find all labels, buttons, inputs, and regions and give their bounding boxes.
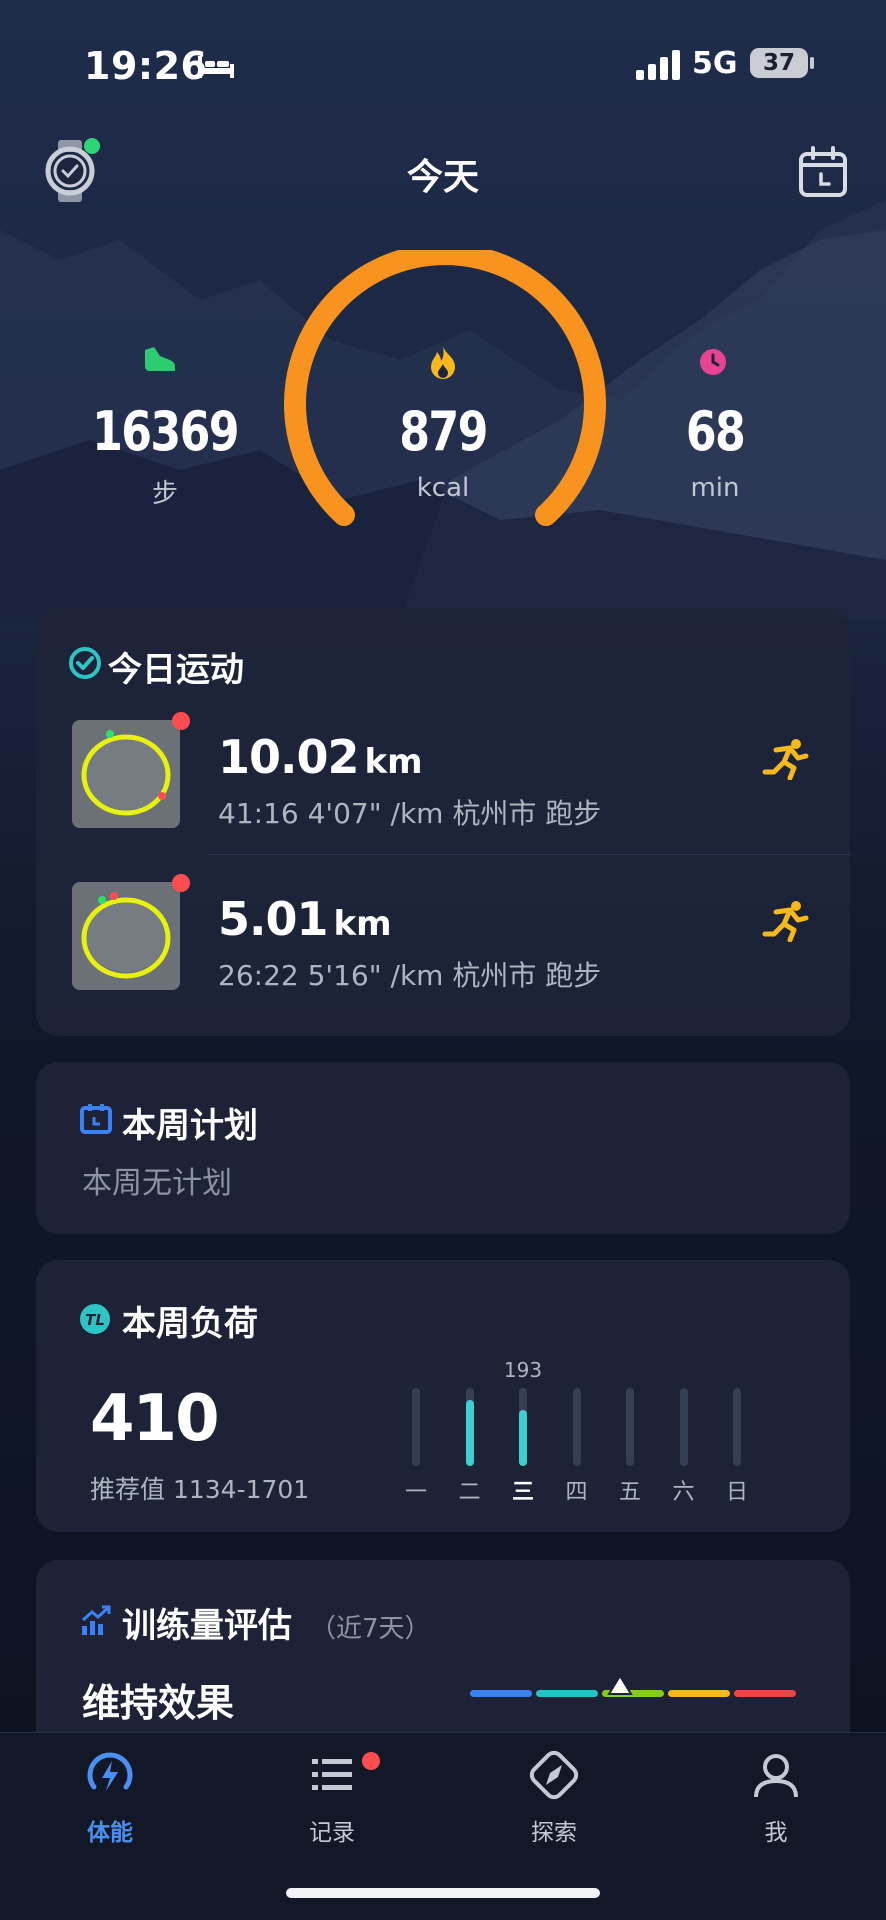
- fire-icon: [431, 346, 455, 379]
- scale-segment: [734, 1690, 796, 1697]
- minutes-stat[interactable]: 68 min: [640, 400, 790, 503]
- profile-icon: [754, 1754, 798, 1798]
- tab-fitness[interactable]: 体能: [40, 1747, 180, 1847]
- activity-divider: [208, 854, 850, 855]
- activity-row-1[interactable]: 10.02 km 41:16 4'07" /km 杭州市 跑步: [36, 712, 850, 860]
- running-icon: [762, 901, 809, 942]
- fitness-icon: [87, 1752, 133, 1791]
- calories-stat[interactable]: 879 kcal: [343, 400, 543, 503]
- bed-icon: [198, 56, 234, 78]
- tab-explore[interactable]: 探索: [484, 1747, 624, 1847]
- weekly-load-recommended: 推荐值 1134-1701: [90, 1475, 310, 1504]
- steps-value: 16369: [92, 400, 239, 463]
- scale-segment: [668, 1690, 730, 1697]
- page-title: 今天: [406, 157, 479, 198]
- distance-value: 5.01: [218, 892, 328, 946]
- distance-unit: km: [364, 742, 423, 782]
- battery-indicator: 37: [750, 48, 808, 78]
- signal-icon: [636, 50, 680, 80]
- tab-label: 我: [764, 1820, 788, 1846]
- route-map-thumbnail: [72, 882, 180, 990]
- day-label: 六: [672, 1480, 695, 1505]
- training-estimate-range: （近7天）: [310, 1614, 431, 1644]
- weekly-load-title: 本周负荷: [122, 1304, 258, 1344]
- weekly-plan-subtitle: 本周无计划: [82, 1166, 232, 1201]
- training-load-icon: TL: [80, 1304, 110, 1334]
- calories-value: 879: [399, 400, 488, 463]
- tab-profile[interactable]: 我: [706, 1747, 846, 1847]
- distance-unit: km: [333, 904, 392, 944]
- distance-value: 10.02: [218, 730, 360, 784]
- activity-details: 26:22 5'16" /km 杭州市 跑步: [218, 959, 602, 992]
- load-bar: [679, 1388, 688, 1466]
- weekly-load-value: 410: [90, 1382, 220, 1456]
- home-indicator[interactable]: [286, 1888, 600, 1898]
- load-bar: [519, 1388, 527, 1466]
- day-label: 五: [618, 1480, 641, 1505]
- minutes-unit: min: [690, 473, 740, 503]
- svg-text:TL: TL: [85, 1311, 105, 1329]
- day-label: 日: [725, 1480, 748, 1505]
- scale-segment: [536, 1690, 598, 1697]
- network-label: 5G: [692, 46, 738, 81]
- today-exercise-card: 今日运动 10.02 km 41:16 4'07" /km 杭州市 跑步 5.0…: [36, 608, 850, 1036]
- activity-row-2[interactable]: 5.01 km 26:22 5'16" /km 杭州市 跑步: [36, 874, 850, 1022]
- training-estimate-title: 训练量评估: [122, 1606, 292, 1646]
- load-bar: [626, 1388, 634, 1466]
- battery-tip: [810, 57, 814, 69]
- route-map-thumbnail: [72, 720, 180, 828]
- running-icon: [762, 739, 809, 780]
- activity-distance: 5.01 km: [218, 892, 392, 946]
- training-estimate-status: 维持效果: [82, 1681, 235, 1725]
- weekly-load-chart: 193 一 二 三 四 五 六 日: [402, 1358, 842, 1508]
- trend-up-icon: [82, 1605, 111, 1635]
- calendar-icon[interactable]: [798, 146, 848, 198]
- minutes-value: 68: [685, 400, 746, 463]
- weekly-load-card[interactable]: TL 本周负荷 410 推荐值 1134-1701 193 一 二 三 四 五 六 日: [36, 1260, 850, 1532]
- scale-segment: [470, 1690, 532, 1697]
- tab-label: 探索: [531, 1820, 577, 1846]
- training-estimate-card[interactable]: 训练量评估 （近7天） 维持效果: [36, 1560, 850, 1760]
- records-notification-dot: [362, 1752, 380, 1770]
- calendar-plan-icon: [80, 1104, 112, 1134]
- calories-unit: kcal: [416, 473, 470, 503]
- load-bar: [412, 1388, 420, 1466]
- steps-stat[interactable]: 16369 步: [70, 400, 260, 510]
- training-effect-scale: [470, 1674, 796, 1697]
- today-exercise-title: 今日运动: [108, 650, 244, 690]
- day-label: 三: [511, 1480, 534, 1505]
- status-bar: 19:26 5G 37: [0, 40, 886, 90]
- new-activity-dot: [172, 874, 190, 892]
- shoe-icon: [145, 347, 175, 371]
- tab-label: 记录: [309, 1820, 355, 1846]
- status-time: 19:26: [84, 44, 208, 88]
- load-bar: [733, 1388, 741, 1466]
- activity-distance: 10.02 km: [218, 730, 423, 784]
- tab-records[interactable]: 记录: [262, 1747, 402, 1847]
- clock-icon: [700, 349, 726, 375]
- steps-unit: 步: [151, 479, 178, 509]
- load-bar-fill: [519, 1409, 527, 1466]
- day-label: 一: [404, 1480, 427, 1505]
- new-activity-dot: [172, 712, 190, 730]
- load-bar: [572, 1388, 581, 1466]
- check-circle-icon: [69, 647, 101, 679]
- load-bar-fill: [465, 1399, 474, 1466]
- compass-icon: [529, 1750, 579, 1800]
- day-label: 四: [565, 1480, 588, 1505]
- scale-marker-icon: [607, 1674, 633, 1695]
- peak-value-label: 193: [503, 1358, 543, 1382]
- weekly-plan-card[interactable]: 本周计划 本周无计划: [36, 1062, 850, 1234]
- load-bar: [465, 1388, 474, 1466]
- weekly-plan-title: 本周计划: [122, 1106, 258, 1146]
- training-estimate-heading: 训练量评估 （近7天）: [122, 1598, 431, 1647]
- list-icon: [312, 1759, 352, 1790]
- day-label: 二: [458, 1480, 481, 1505]
- activity-details: 41:16 4'07" /km 杭州市 跑步: [218, 797, 602, 830]
- tab-label: 体能: [87, 1820, 133, 1846]
